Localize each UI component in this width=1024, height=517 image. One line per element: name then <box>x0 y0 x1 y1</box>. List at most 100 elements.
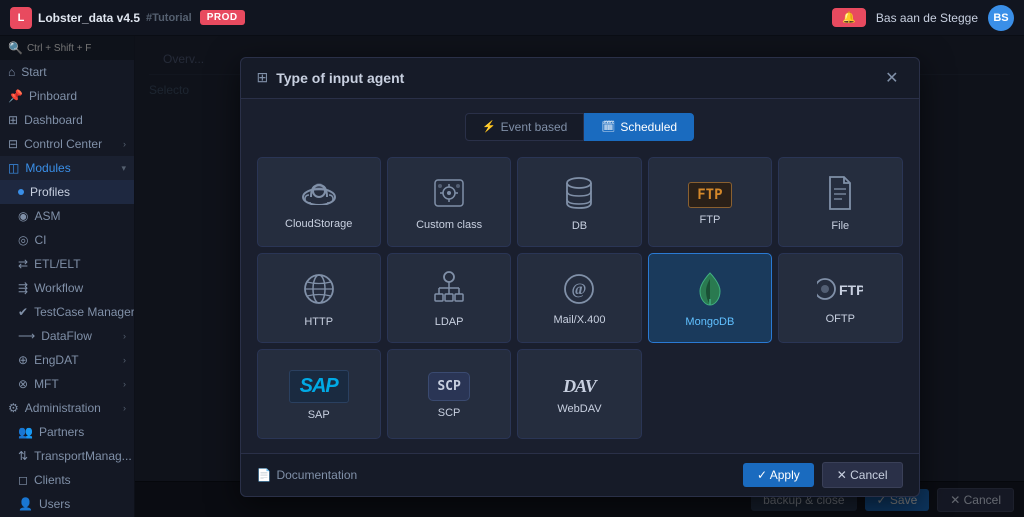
partners-icon: 👥 <box>18 425 33 439</box>
users-icon: 👤 <box>18 497 33 511</box>
modal-overlay: ⊞ Type of input agent ✕ ⚡ Event based 🗓 … <box>135 36 1024 517</box>
sidebar-item-transport[interactable]: ⇅ TransportManag... › <box>0 444 134 468</box>
mail-label: Mail/X.400 <box>554 314 606 326</box>
db-label: DB <box>572 220 587 232</box>
file-icon <box>826 175 854 214</box>
agent-card-http[interactable]: HTTP <box>257 253 381 343</box>
agent-card-mongodb[interactable]: MongoDB <box>648 253 772 343</box>
sidebar-item-profiles[interactable]: Profiles <box>0 180 134 204</box>
sidebar-item-pinboard[interactable]: 📌 Pinboard <box>0 84 134 108</box>
tab-event-based[interactable]: ⚡ Event based <box>465 113 584 141</box>
engdat-icon: ⊕ <box>18 353 28 367</box>
sidebar-item-clients[interactable]: ◻ Clients <box>0 468 134 492</box>
modal-title-icon: ⊞ <box>257 69 269 86</box>
sidebar-item-etl[interactable]: ⇄ ETL/ELT <box>0 252 134 276</box>
modules-icon: ◫ <box>8 161 19 175</box>
env-badge: PROD <box>200 10 245 25</box>
workflow-icon: ⇶ <box>18 281 28 295</box>
agent-card-cloud-storage[interactable]: CloudStorage <box>257 157 381 247</box>
notification-btn[interactable]: 🔔 <box>832 8 866 27</box>
modal-close-button[interactable]: ✕ <box>881 68 902 88</box>
admin-icon: ⚙ <box>8 401 19 415</box>
transport-icon: ⇅ <box>18 449 28 463</box>
user-name: Bas aan de Stegge <box>876 11 978 25</box>
webdav-icon: DAV <box>563 376 596 397</box>
sidebar-item-workflow[interactable]: ⇶ Workflow <box>0 276 134 300</box>
sidebar-search-bar[interactable]: 🔍 <box>0 36 134 60</box>
top-bar: L Lobster_data v4.5 #Tutorial PROD 🔔 Bas… <box>0 0 1024 36</box>
sidebar-item-partners[interactable]: 👥 Partners <box>0 420 134 444</box>
agent-card-file[interactable]: File <box>778 157 902 247</box>
etl-icon: ⇄ <box>18 257 28 271</box>
mft-icon: ⊗ <box>18 377 28 391</box>
top-bar-right: 🔔 Bas aan de Stegge BS <box>832 5 1014 31</box>
ldap-icon <box>429 271 469 310</box>
scp-icon: SCP <box>428 372 469 401</box>
oftp-icon: FTP <box>817 274 863 307</box>
sidebar-item-dashboard[interactable]: ⊞ Dashboard <box>0 108 134 132</box>
lobster-icon: L <box>10 7 32 29</box>
ci-icon: ◎ <box>18 233 28 247</box>
agent-card-scp[interactable]: SCP SCP <box>387 349 511 439</box>
agent-card-webdav[interactable]: DAV WebDAV <box>517 349 641 439</box>
sidebar: 🔍 ⌂ Start 📌 Pinboard ⊞ Dashboard ⊟ Contr… <box>0 36 135 517</box>
svg-text:@: @ <box>572 281 587 298</box>
cancel-modal-button[interactable]: ✕ Cancel <box>822 462 903 488</box>
scp-label: SCP <box>438 407 461 419</box>
http-label: HTTP <box>304 316 333 328</box>
http-icon <box>301 271 337 310</box>
agent-card-db[interactable]: DB <box>517 157 641 247</box>
modal-footer: 📄 Documentation ✓ Apply ✕ Cancel <box>241 453 919 496</box>
cloud-storage-icon <box>301 177 337 212</box>
sidebar-item-asm[interactable]: ◉ ASM <box>0 204 134 228</box>
cloud-storage-label: CloudStorage <box>285 218 352 230</box>
dashboard-icon: ⊞ <box>8 113 18 127</box>
pin-icon: 📌 <box>8 89 23 103</box>
sap-icon: SAP <box>289 370 349 403</box>
tab-scheduled[interactable]: 🗓 Scheduled <box>584 113 694 141</box>
sidebar-item-administration[interactable]: ⚙ Administration › <box>0 396 134 420</box>
modal-header: ⊞ Type of input agent ✕ <box>241 58 919 99</box>
app-subtitle: #Tutorial <box>146 12 192 24</box>
app-logo: L Lobster_data v4.5 #Tutorial <box>10 7 192 29</box>
chevron-right-icon: › <box>123 379 126 389</box>
agent-card-sap[interactable]: SAP SAP <box>257 349 381 439</box>
sidebar-item-ci[interactable]: ◎ CI <box>0 228 134 252</box>
documentation-link[interactable]: 📄 Documentation <box>257 468 358 482</box>
chevron-right-icon: › <box>123 139 126 149</box>
agent-card-ldap[interactable]: LDAP <box>387 253 511 343</box>
sidebar-item-engdat[interactable]: ⊕ EngDAT › <box>0 348 134 372</box>
sidebar-item-modules[interactable]: ◫ Modules ▾ <box>0 156 134 180</box>
sidebar-item-users[interactable]: 👤 Users <box>0 492 134 516</box>
mongodb-label: MongoDB <box>685 316 734 328</box>
agent-card-ftp[interactable]: FTP FTP <box>648 157 772 247</box>
chevron-right-icon: › <box>123 355 126 365</box>
mail-icon: @ <box>561 273 597 308</box>
app-name: Lobster_data v4.5 <box>38 11 140 25</box>
svg-text:FTP: FTP <box>839 282 863 298</box>
chevron-down-icon: ▾ <box>121 163 126 174</box>
calendar-icon: 🗓 <box>601 120 615 133</box>
search-icon: 🔍 <box>8 41 23 55</box>
sidebar-item-dataflow[interactable]: ⟶ DataFlow › <box>0 324 134 348</box>
sidebar-item-testcase[interactable]: ✔ TestCase Manager <box>0 300 134 324</box>
lightning-icon: ⚡ <box>482 120 496 133</box>
search-input[interactable] <box>27 43 135 54</box>
docs-icon: 📄 <box>257 468 272 482</box>
sidebar-item-start[interactable]: ⌂ Start <box>0 60 134 84</box>
file-label: File <box>831 220 849 232</box>
agent-card-mail[interactable]: @ Mail/X.400 <box>517 253 641 343</box>
apply-button[interactable]: ✓ Apply <box>743 463 814 487</box>
chevron-right-icon: › <box>123 331 126 341</box>
home-icon: ⌂ <box>8 65 15 79</box>
sidebar-item-control-center[interactable]: ⊟ Control Center › <box>0 132 134 156</box>
agent-card-custom-class[interactable]: Custom class <box>387 157 511 247</box>
modal-title: Type of input agent <box>276 70 873 86</box>
avatar: BS <box>988 5 1014 31</box>
sidebar-item-mft[interactable]: ⊗ MFT › <box>0 372 134 396</box>
agent-card-oftp[interactable]: FTP OFTP <box>778 253 902 343</box>
chevron-right-icon: › <box>123 403 126 413</box>
db-icon <box>563 175 595 214</box>
oftp-label: OFTP <box>826 313 855 325</box>
mongodb-icon <box>696 271 724 310</box>
